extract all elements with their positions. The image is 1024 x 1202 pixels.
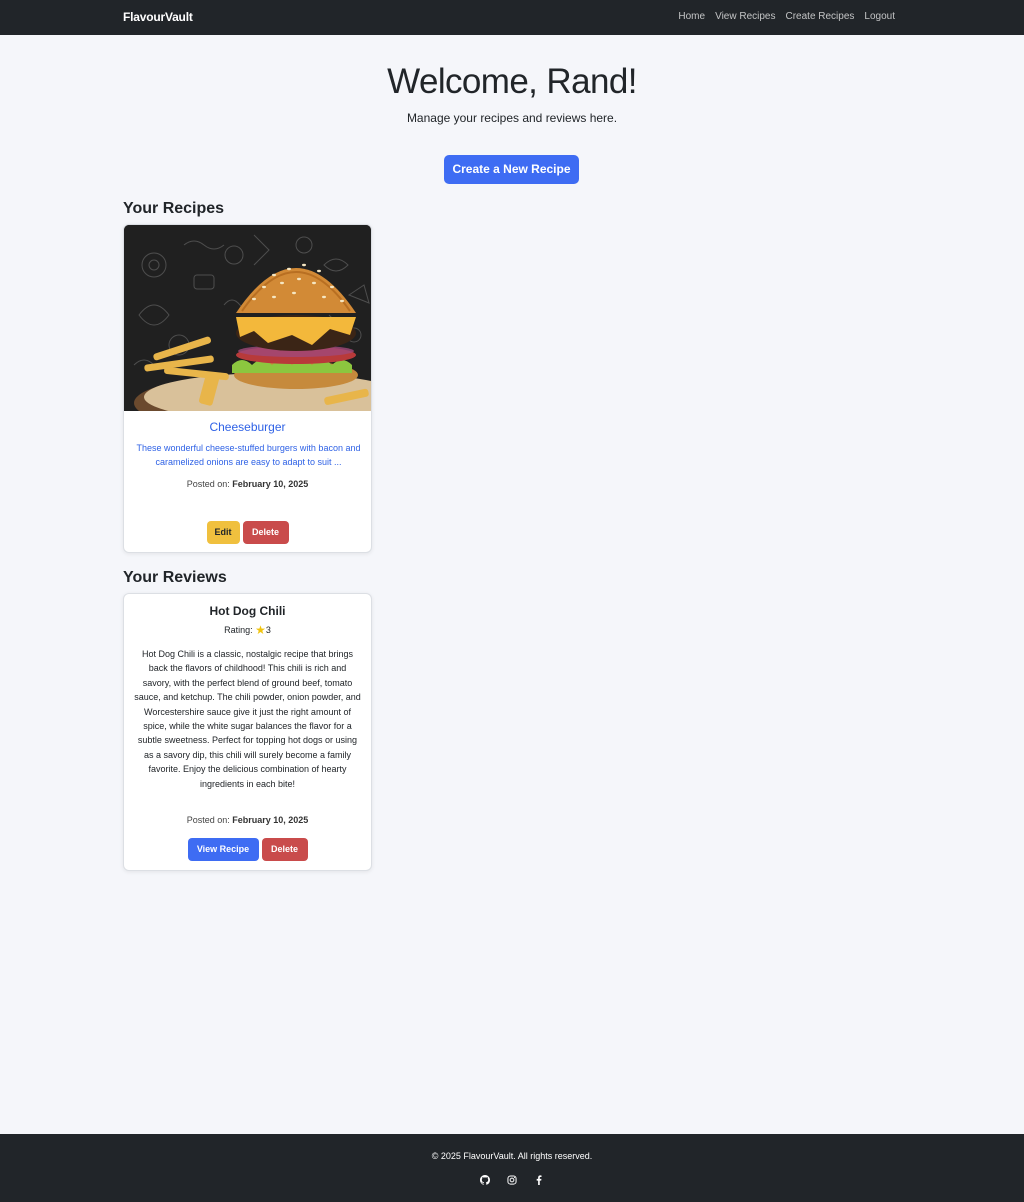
nav-link-home[interactable]: Home (678, 11, 705, 22)
nav-link-create-recipes[interactable]: Create Recipes (785, 11, 854, 22)
view-recipe-button[interactable]: View Recipe (187, 838, 259, 861)
edit-recipe-button[interactable]: Edit (206, 521, 240, 544)
recipe-title-link[interactable]: Cheeseburger (124, 420, 371, 434)
recipe-card: Cheeseburger These wonderful cheese-stuf… (123, 224, 372, 553)
welcome-heading: Welcome, Rand! (387, 62, 637, 101)
welcome-subtitle: Manage your recipes and reviews here. (406, 111, 618, 125)
brand-logo[interactable]: FlavourVault (123, 10, 193, 24)
nav-link-logout[interactable]: Logout (864, 11, 895, 22)
recipe-posted-date: Posted on: February 10, 2025 (124, 479, 371, 489)
create-recipe-button[interactable]: Create a New Recipe (444, 155, 579, 184)
posted-date-value: February 10, 2025 (232, 479, 309, 489)
nav-link-view-recipes[interactable]: View Recipes (715, 11, 775, 22)
review-posted-date: Posted on: February 10, 2025 (124, 815, 371, 825)
review-text: Hot Dog Chili is a classic, nostalgic re… (134, 649, 361, 789)
star-icon: ★ (255, 623, 266, 637)
delete-review-button[interactable]: Delete (261, 838, 308, 861)
reviews-section-heading: Your Reviews (123, 569, 227, 586)
posted-label: Posted on: (186, 479, 230, 489)
footer-copyright: © 2025 FlavourVault. All rights reserved… (431, 1151, 593, 1161)
footer: © 2025 FlavourVault. All rights reserved… (0, 1134, 1024, 1202)
posted-label: Posted on: (186, 815, 230, 825)
recipe-image[interactable] (124, 225, 371, 411)
nav-links: Home View Recipes Create Recipes Logout (678, 11, 895, 22)
cheeseburger-photo (124, 225, 371, 411)
recipe-actions: Edit Delete (124, 521, 371, 544)
review-actions: View Recipe Delete (124, 838, 371, 861)
navbar: FlavourVault Home View Recipes Create Re… (0, 0, 1024, 35)
recipes-section-heading: Your Recipes (123, 200, 225, 217)
posted-date-value: February 10, 2025 (232, 815, 309, 825)
recipe-description: These wonderful cheese-stuffed burgers w… (136, 443, 361, 467)
rating-value: 3 (265, 625, 271, 635)
review-rating: Rating: ★3 (124, 623, 371, 637)
social-links (0, 1174, 1024, 1186)
delete-recipe-button[interactable]: Delete (242, 521, 289, 544)
facebook-icon[interactable] (534, 1174, 544, 1186)
github-icon[interactable] (480, 1174, 490, 1186)
review-card: Hot Dog Chili Rating: ★3 Hot Dog Chili i… (123, 593, 372, 871)
instagram-icon[interactable] (507, 1174, 517, 1186)
rating-label: Rating: (224, 625, 253, 635)
review-recipe-title: Hot Dog Chili (209, 604, 286, 618)
